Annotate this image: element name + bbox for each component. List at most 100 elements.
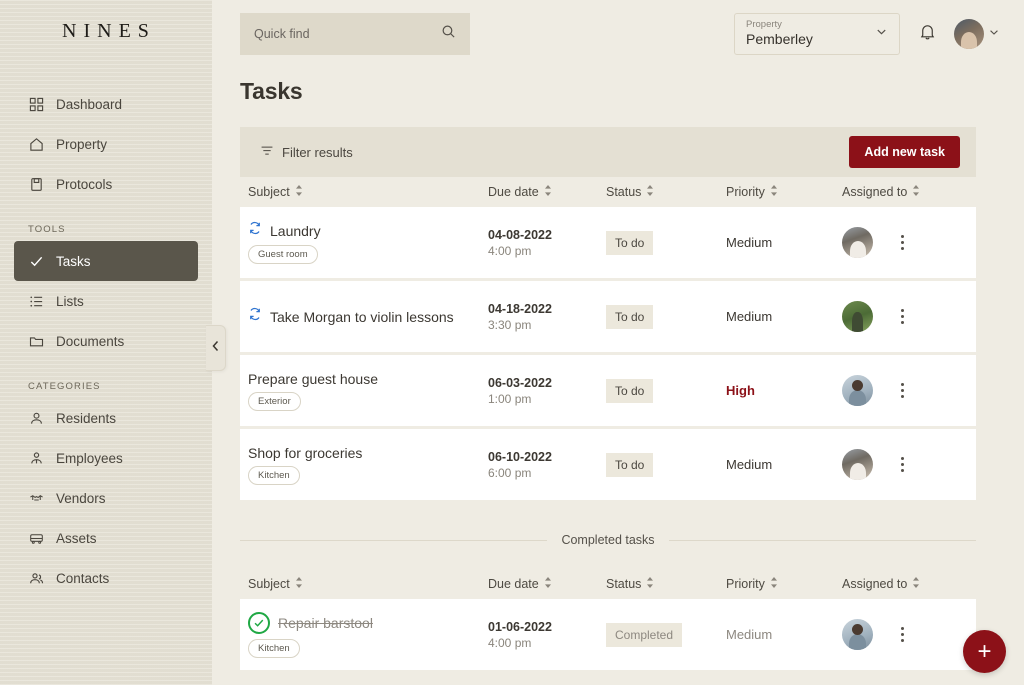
sidebar-item-lists[interactable]: Lists [14, 281, 198, 321]
sidebar-item-residents[interactable]: Residents [14, 398, 198, 438]
check-icon [28, 253, 45, 270]
column-label: Priority [726, 577, 765, 591]
column-header-priority[interactable]: Priority [726, 577, 842, 591]
recurring-icon [248, 221, 262, 240]
column-label: Assigned to [842, 577, 907, 591]
table-header: Subject Due date Status [240, 177, 976, 207]
plus-icon: + [977, 640, 991, 664]
search-input[interactable] [254, 27, 433, 41]
task-due-time: 4:00 pm [488, 244, 552, 258]
sidebar-collapse-button[interactable] [206, 325, 226, 371]
more-vertical-icon[interactable] [897, 231, 908, 254]
add-new-task-button[interactable]: Add new task [849, 136, 960, 168]
sort-icon [770, 185, 778, 199]
more-vertical-icon[interactable] [897, 453, 908, 476]
filter-results-button[interactable]: Filter results [260, 144, 353, 161]
person-icon [28, 410, 45, 427]
table-row[interactable]: Prepare guest house Exterior 06-03-2022 … [240, 355, 976, 426]
task-priority: Medium [726, 309, 772, 324]
sort-icon [912, 185, 920, 199]
task-tag: Kitchen [248, 639, 300, 658]
notifications-button[interactable] [914, 21, 940, 47]
task-due-date: 06-03-2022 [488, 376, 552, 390]
column-label: Status [606, 577, 641, 591]
employee-icon [28, 450, 45, 467]
table-row[interactable]: Shop for groceries Kitchen 06-10-2022 6:… [240, 429, 976, 500]
app-root: NINES Dashboard Property [0, 0, 1024, 685]
column-header-assigned-to[interactable]: Assigned to [842, 577, 962, 591]
column-header-due-date[interactable]: Due date [488, 577, 606, 591]
task-tag: Guest room [248, 245, 318, 264]
sort-icon [646, 577, 654, 591]
chevron-left-icon [211, 339, 220, 357]
user-menu[interactable] [954, 19, 1000, 49]
sidebar-item-label: Dashboard [56, 97, 122, 112]
property-selector[interactable]: Property Pemberley [734, 13, 900, 55]
column-header-subject[interactable]: Subject [248, 577, 488, 591]
add-task-fab[interactable]: + [963, 630, 1006, 673]
column-header-due-date[interactable]: Due date [488, 185, 606, 199]
task-subject: Take Morgan to violin lessons [270, 309, 454, 325]
sidebar-item-label: Vendors [56, 491, 106, 506]
property-selector-label: Property [746, 20, 813, 30]
divider-line [669, 540, 976, 541]
sidebar-item-tasks[interactable]: Tasks [14, 241, 198, 281]
column-header-status[interactable]: Status [606, 577, 726, 591]
handshake-icon [28, 490, 45, 507]
column-header-status[interactable]: Status [606, 185, 726, 199]
search-icon[interactable] [441, 24, 456, 44]
sidebar-nav: Dashboard Property Protocols TOOLS [0, 62, 212, 598]
sidebar-item-contacts[interactable]: Contacts [14, 558, 198, 598]
task-due-time: 1:00 pm [488, 392, 552, 406]
status-badge: To do [606, 231, 653, 255]
task-due-date: 04-08-2022 [488, 228, 552, 242]
task-priority: Medium [726, 627, 772, 642]
task-list: Laundry Guest room 04-08-2022 4:00 pm To… [240, 207, 976, 500]
filter-results-label: Filter results [282, 145, 353, 160]
brand-logo: NINES [0, 0, 212, 62]
sidebar-item-assets[interactable]: Assets [14, 518, 198, 558]
column-header-subject[interactable]: Subject [248, 185, 488, 199]
column-label: Priority [726, 185, 765, 199]
sort-icon [770, 577, 778, 591]
column-header-assigned-to[interactable]: Assigned to [842, 185, 962, 199]
contacts-icon [28, 570, 45, 587]
column-header-priority[interactable]: Priority [726, 185, 842, 199]
sort-icon [912, 577, 920, 591]
more-vertical-icon[interactable] [897, 305, 908, 328]
sidebar-item-label: Lists [56, 294, 84, 309]
table-row[interactable]: Take Morgan to violin lessons 04-18-2022… [240, 281, 976, 352]
task-tag: Kitchen [248, 466, 300, 485]
assignee-avatar [842, 619, 873, 650]
task-due-date: 04-18-2022 [488, 302, 552, 316]
table-row[interactable]: Repair barstool Kitchen 01-06-2022 4:00 … [240, 599, 976, 670]
table-row[interactable]: Laundry Guest room 04-08-2022 4:00 pm To… [240, 207, 976, 278]
sidebar-item-property[interactable]: Property [14, 124, 198, 164]
filter-bar: Filter results Add new task [240, 127, 976, 177]
sidebar-item-documents[interactable]: Documents [14, 321, 198, 361]
sidebar-item-employees[interactable]: Employees [14, 438, 198, 478]
status-badge: To do [606, 453, 653, 477]
sidebar-item-label: Employees [56, 451, 123, 466]
property-selector-value: Pemberley [746, 31, 813, 48]
task-priority: Medium [726, 235, 772, 250]
topbar: Property Pemberley [212, 0, 1024, 68]
task-subject: Shop for groceries [248, 445, 362, 461]
sidebar-item-protocols[interactable]: Protocols [14, 164, 198, 204]
topbar-right: Property Pemberley [734, 13, 1000, 55]
task-subject: Prepare guest house [248, 371, 378, 387]
sidebar-item-dashboard[interactable]: Dashboard [14, 84, 198, 124]
more-vertical-icon[interactable] [897, 623, 908, 646]
sidebar-item-label: Residents [56, 411, 116, 426]
sidebar-item-vendors[interactable]: Vendors [14, 478, 198, 518]
sidebar-item-label: Assets [56, 531, 97, 546]
search-box[interactable] [240, 13, 470, 55]
filter-icon [260, 144, 274, 161]
sort-icon [544, 577, 552, 591]
document-icon [28, 176, 45, 193]
tasks-panel: Filter results Add new task Subject Due … [212, 105, 1024, 670]
status-badge: Completed [606, 623, 682, 647]
more-vertical-icon[interactable] [897, 379, 908, 402]
column-label: Due date [488, 185, 539, 199]
check-circle-icon[interactable] [248, 612, 270, 634]
